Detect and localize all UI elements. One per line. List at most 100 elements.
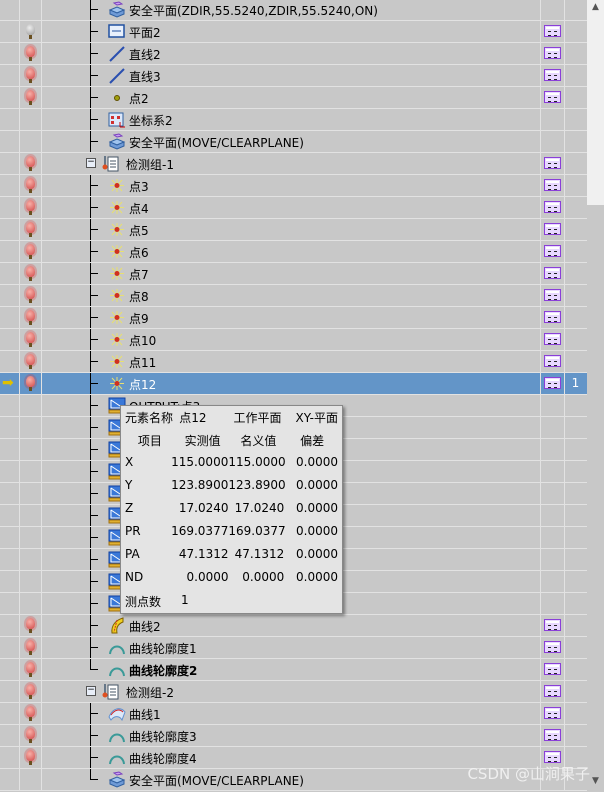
tree-cell[interactable]: 点10 <box>42 329 541 350</box>
visibility-cell[interactable] <box>20 109 42 130</box>
visibility-cell[interactable] <box>20 43 42 64</box>
lightbulb-icon[interactable] <box>26 640 35 655</box>
report-table-icon[interactable] <box>544 333 561 345</box>
tree-row[interactable]: 坐标系2 <box>0 109 587 131</box>
tree-cell[interactable]: 点11 <box>42 351 541 372</box>
report-table-icon[interactable] <box>544 641 561 653</box>
visibility-cell[interactable] <box>20 483 42 504</box>
lightbulb-icon[interactable] <box>26 288 35 303</box>
report-cell[interactable] <box>541 703 565 724</box>
tree-cell[interactable]: 点5 <box>42 219 541 240</box>
tree-row[interactable]: 曲线2 <box>0 615 587 637</box>
visibility-cell[interactable] <box>20 0 42 20</box>
visibility-cell[interactable] <box>20 395 42 416</box>
report-cell[interactable] <box>541 21 565 42</box>
lightbulb-icon[interactable] <box>26 310 35 325</box>
visibility-cell[interactable] <box>20 175 42 196</box>
tree-row[interactable]: 点3 <box>0 175 587 197</box>
lightbulb-icon[interactable] <box>26 90 35 105</box>
visibility-cell[interactable] <box>20 615 42 636</box>
report-cell[interactable] <box>541 659 565 680</box>
report-table-icon[interactable] <box>544 311 561 323</box>
report-table-icon[interactable] <box>544 223 561 235</box>
report-cell[interactable] <box>541 219 565 240</box>
tree-row[interactable]: ➡ 点12 1 <box>0 373 587 395</box>
tree-cell[interactable]: 直线2 <box>42 43 541 64</box>
tree-row[interactable]: 安全平面(MOVE/CLEARPLANE) <box>0 131 587 153</box>
visibility-cell[interactable] <box>20 263 42 284</box>
visibility-cell[interactable] <box>20 703 42 724</box>
visibility-cell[interactable] <box>20 65 42 86</box>
lightbulb-icon[interactable] <box>26 376 35 391</box>
tree-row[interactable]: 曲线1 <box>0 703 587 725</box>
collapse-toggle[interactable]: − <box>86 158 96 168</box>
lightbulb-icon[interactable] <box>26 728 35 743</box>
tree-row[interactable]: 曲线轮廓度1 <box>0 637 587 659</box>
tree-cell[interactable]: 曲线轮廓度1 <box>42 637 541 658</box>
tree-row[interactable]: − 检测组-1 <box>0 153 587 175</box>
tree-row[interactable]: 点9 <box>0 307 587 329</box>
tree-cell[interactable]: 点4 <box>42 197 541 218</box>
visibility-cell[interactable] <box>20 461 42 482</box>
report-cell[interactable] <box>541 615 565 636</box>
report-table-icon[interactable] <box>544 619 561 631</box>
lightbulb-icon[interactable] <box>26 156 35 171</box>
tree-cell[interactable]: − 检测组-1 <box>42 153 541 174</box>
report-cell[interactable] <box>541 109 565 130</box>
report-cell[interactable] <box>541 351 565 372</box>
tree-cell[interactable]: 直线3 <box>42 65 541 86</box>
report-table-icon[interactable] <box>544 289 561 301</box>
tree-row[interactable]: 点5 <box>0 219 587 241</box>
tree-row[interactable]: 点6 <box>0 241 587 263</box>
report-cell[interactable] <box>541 725 565 746</box>
visibility-cell[interactable] <box>20 505 42 526</box>
visibility-cell[interactable] <box>20 351 42 372</box>
report-cell[interactable] <box>541 483 565 504</box>
tree-cell[interactable]: 点6 <box>42 241 541 262</box>
report-cell[interactable] <box>541 175 565 196</box>
tree-cell[interactable]: 曲线轮廓度2 <box>42 659 541 680</box>
visibility-cell[interactable] <box>20 593 42 614</box>
report-cell[interactable] <box>541 197 565 218</box>
visibility-cell[interactable] <box>20 527 42 548</box>
collapse-toggle[interactable]: − <box>86 686 96 696</box>
visibility-cell[interactable] <box>20 747 42 768</box>
tree-row[interactable]: 点8 <box>0 285 587 307</box>
report-cell[interactable] <box>541 593 565 614</box>
scrollbar-track[interactable] <box>587 0 604 205</box>
report-table-icon[interactable] <box>544 47 561 59</box>
tree-cell[interactable]: 平面2 <box>42 21 541 42</box>
tree-cell[interactable]: 曲线2 <box>42 615 541 636</box>
lightbulb-icon[interactable] <box>26 68 35 83</box>
lightbulb-icon[interactable] <box>26 750 35 765</box>
lightbulb-icon[interactable] <box>26 332 35 347</box>
report-table-icon[interactable] <box>544 355 561 367</box>
report-table-icon[interactable] <box>544 707 561 719</box>
report-cell[interactable] <box>541 417 565 438</box>
tree-cell[interactable]: − 检测组-2 <box>42 681 541 702</box>
tree-row[interactable]: 点4 <box>0 197 587 219</box>
lightbulb-icon[interactable] <box>26 222 35 237</box>
tree-row[interactable]: 点11 <box>0 351 587 373</box>
lightbulb-icon[interactable] <box>26 354 35 369</box>
scroll-up-icon[interactable]: ▲ <box>587 2 604 18</box>
tree-row[interactable]: 安全平面(ZDIR,55.5240,ZDIR,55.5240,ON) <box>0 0 587 21</box>
tree-row[interactable]: 曲线轮廓度3 <box>0 725 587 747</box>
visibility-cell[interactable] <box>20 87 42 108</box>
visibility-cell[interactable] <box>20 241 42 262</box>
lightbulb-icon[interactable] <box>26 178 35 193</box>
tree-row[interactable]: 点7 <box>0 263 587 285</box>
visibility-cell[interactable] <box>20 417 42 438</box>
tree-row[interactable]: 平面2 <box>0 21 587 43</box>
report-table-icon[interactable] <box>544 751 561 763</box>
report-cell[interactable] <box>541 43 565 64</box>
report-table-icon[interactable] <box>544 157 561 169</box>
report-cell[interactable] <box>541 307 565 328</box>
tree-cell[interactable]: 安全平面(MOVE/CLEARPLANE) <box>42 131 541 152</box>
tree-cell[interactable]: 曲线轮廓度4 <box>42 747 541 768</box>
report-table-icon[interactable] <box>544 69 561 81</box>
tree-row[interactable]: 点2 <box>0 87 587 109</box>
report-table-icon[interactable] <box>544 377 561 389</box>
report-cell[interactable] <box>541 65 565 86</box>
tree-row[interactable]: 点10 <box>0 329 587 351</box>
